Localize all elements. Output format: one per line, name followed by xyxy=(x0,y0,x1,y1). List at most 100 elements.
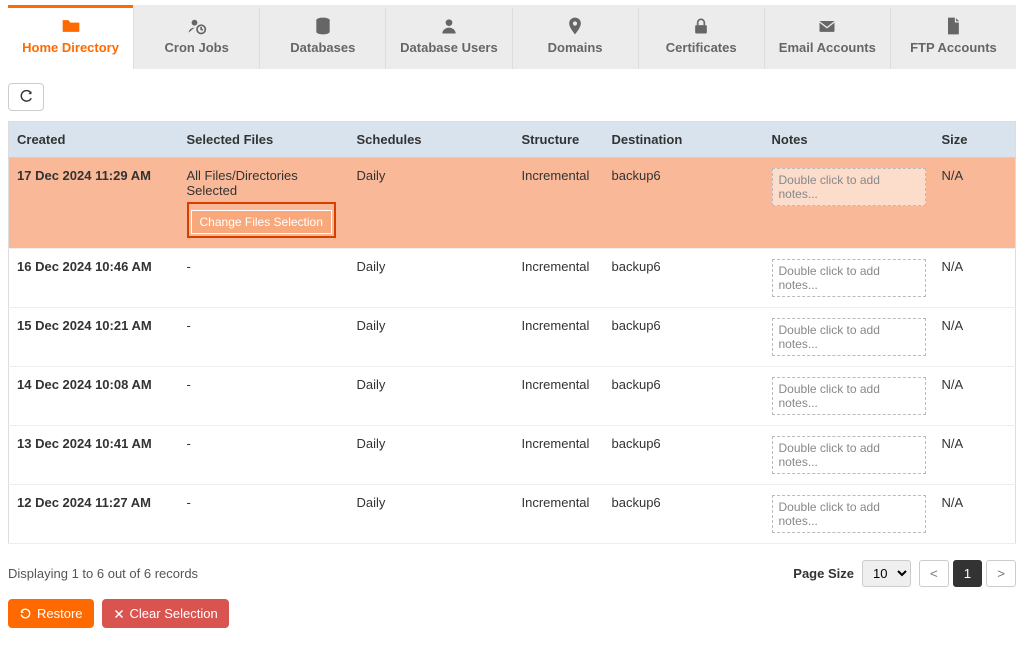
cell-destination: backup6 xyxy=(604,308,764,367)
tab-home-directory[interactable]: Home Directory xyxy=(8,8,134,69)
backups-table: Created Selected Files Schedules Structu… xyxy=(8,121,1016,544)
tab-label: Database Users xyxy=(400,40,498,55)
close-icon xyxy=(113,608,125,620)
restore-button[interactable]: Restore xyxy=(8,599,94,628)
database-icon xyxy=(313,16,333,36)
prev-page-button[interactable]: < xyxy=(919,560,949,587)
change-files-button[interactable]: Change Files Selection xyxy=(191,210,332,234)
cell-size: N/A xyxy=(934,485,1016,544)
cell-size: N/A xyxy=(934,367,1016,426)
cell-structure: Incremental xyxy=(514,485,604,544)
refresh-icon xyxy=(19,90,33,104)
cell-size: N/A xyxy=(934,426,1016,485)
col-schedules[interactable]: Schedules xyxy=(349,122,514,158)
files-text: - xyxy=(187,436,191,451)
cell-structure: Incremental xyxy=(514,158,604,249)
cell-destination: backup6 xyxy=(604,249,764,308)
clear-selection-button[interactable]: Clear Selection xyxy=(102,599,229,628)
notes-editable[interactable]: Double click to add notes... xyxy=(772,259,926,297)
files-text: All Files/Directories Selected xyxy=(187,168,298,198)
col-created[interactable]: Created xyxy=(9,122,179,158)
tab-bar: Home Directory Cron Jobs Databases Database… xyxy=(8,5,1016,69)
table-row[interactable]: 14 Dec 2024 10:08 AM-DailyIncrementalbac… xyxy=(9,367,1016,426)
tab-label: FTP Accounts xyxy=(910,40,997,55)
cell-schedules: Daily xyxy=(349,367,514,426)
cell-schedules: Daily xyxy=(349,158,514,249)
tab-label: Domains xyxy=(548,40,603,55)
tab-label: Email Accounts xyxy=(779,40,876,55)
cell-destination: backup6 xyxy=(604,367,764,426)
cell-size: N/A xyxy=(934,249,1016,308)
notes-editable[interactable]: Double click to add notes... xyxy=(772,436,926,474)
cell-destination: backup6 xyxy=(604,426,764,485)
files-text: - xyxy=(187,318,191,333)
cell-notes: Double click to add notes... xyxy=(764,158,934,249)
cell-files: - xyxy=(179,249,349,308)
cell-notes: Double click to add notes... xyxy=(764,485,934,544)
files-text: - xyxy=(187,495,191,510)
next-page-button[interactable]: > xyxy=(986,560,1016,587)
notes-editable[interactable]: Double click to add notes... xyxy=(772,495,926,533)
change-files-highlight: Change Files Selection xyxy=(187,202,336,238)
files-text: - xyxy=(187,259,191,274)
restore-icon xyxy=(19,607,32,620)
cell-structure: Incremental xyxy=(514,426,604,485)
cell-size: N/A xyxy=(934,308,1016,367)
tab-label: Databases xyxy=(290,40,355,55)
tab-email-accounts[interactable]: Email Accounts xyxy=(765,8,891,69)
cell-destination: backup6 xyxy=(604,485,764,544)
tab-label: Cron Jobs xyxy=(165,40,229,55)
cell-structure: Incremental xyxy=(514,249,604,308)
cell-notes: Double click to add notes... xyxy=(764,249,934,308)
toolbar xyxy=(8,69,1016,121)
table-row[interactable]: 17 Dec 2024 11:29 AMAll Files/Directorie… xyxy=(9,158,1016,249)
col-size[interactable]: Size xyxy=(934,122,1016,158)
cell-schedules: Daily xyxy=(349,426,514,485)
notes-editable[interactable]: Double click to add notes... xyxy=(772,168,926,206)
table-row[interactable]: 15 Dec 2024 10:21 AM-DailyIncrementalbac… xyxy=(9,308,1016,367)
col-selected-files[interactable]: Selected Files xyxy=(179,122,349,158)
cell-structure: Incremental xyxy=(514,367,604,426)
pager: Page Size 10 < 1 > xyxy=(793,560,1016,587)
cell-notes: Double click to add notes... xyxy=(764,367,934,426)
col-destination[interactable]: Destination xyxy=(604,122,764,158)
folder-icon xyxy=(61,16,81,36)
action-row: Restore Clear Selection xyxy=(8,599,1016,628)
restore-label: Restore xyxy=(37,606,83,621)
envelope-icon xyxy=(817,16,837,36)
record-count-text: Displaying 1 to 6 out of 6 records xyxy=(8,566,198,581)
cell-created: 17 Dec 2024 11:29 AM xyxy=(9,158,179,249)
page-number-button[interactable]: 1 xyxy=(953,560,982,587)
cell-size: N/A xyxy=(934,158,1016,249)
notes-editable[interactable]: Double click to add notes... xyxy=(772,377,926,415)
table-row[interactable]: 12 Dec 2024 11:27 AM-DailyIncrementalbac… xyxy=(9,485,1016,544)
page-size-select[interactable]: 10 xyxy=(862,560,911,587)
cell-files: All Files/Directories Selected Change Fil… xyxy=(179,158,349,249)
table-row[interactable]: 13 Dec 2024 10:41 AM- DailyIncrementalbac… xyxy=(9,426,1016,485)
clear-label: Clear Selection xyxy=(130,606,218,621)
tab-databases[interactable]: Databases xyxy=(260,8,386,69)
tab-database-users[interactable]: Database Users xyxy=(386,8,512,69)
col-notes[interactable]: Notes xyxy=(764,122,934,158)
cell-files: - xyxy=(179,308,349,367)
user-clock-icon xyxy=(187,16,207,36)
table-row[interactable]: 16 Dec 2024 10:46 AM-DailyIncrementalbac… xyxy=(9,249,1016,308)
cell-files: - xyxy=(179,485,349,544)
cell-notes: Double click to add notes... xyxy=(764,426,934,485)
user-icon xyxy=(439,16,459,36)
cell-files: - xyxy=(179,367,349,426)
table-header-row: Created Selected Files Schedules Structu… xyxy=(9,122,1016,158)
tab-ftp-accounts[interactable]: FTP Accounts xyxy=(891,8,1016,69)
page-size-label: Page Size xyxy=(793,566,854,581)
notes-editable[interactable]: Double click to add notes... xyxy=(772,318,926,356)
cell-created: 13 Dec 2024 10:41 AM xyxy=(9,426,179,485)
cell-created: 15 Dec 2024 10:21 AM xyxy=(9,308,179,367)
tab-certificates[interactable]: Certificates xyxy=(639,8,765,69)
cell-schedules: Daily xyxy=(349,249,514,308)
tab-cron-jobs[interactable]: Cron Jobs xyxy=(134,8,260,69)
cell-created: 14 Dec 2024 10:08 AM xyxy=(9,367,179,426)
refresh-button[interactable] xyxy=(8,83,44,111)
app-container: Home Directory Cron Jobs Databases Database… xyxy=(0,0,1024,648)
col-structure[interactable]: Structure xyxy=(514,122,604,158)
tab-domains[interactable]: Domains xyxy=(513,8,639,69)
